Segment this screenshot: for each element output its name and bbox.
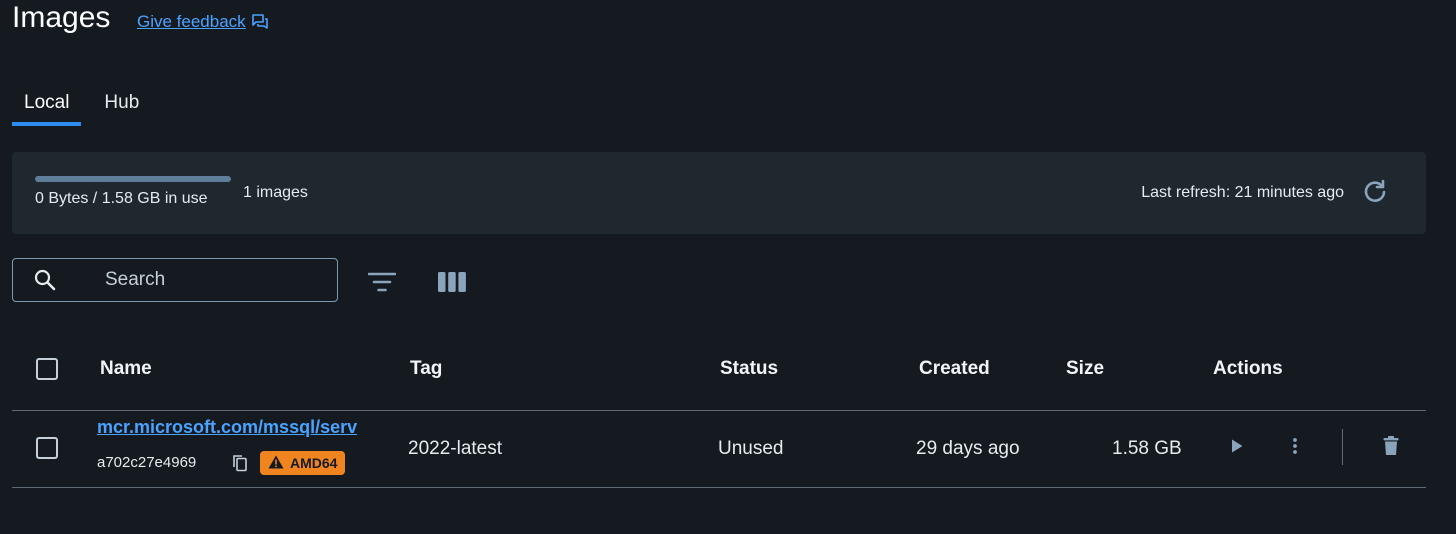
image-name-link[interactable]: mcr.microsoft.com/mssql/serv [97,417,395,438]
image-status: Unused [718,438,784,459]
warning-icon [268,455,284,472]
feedback-icon [251,14,268,30]
refresh-button[interactable] [1360,178,1390,208]
table-row: mcr.microsoft.com/mssql/serv a702c27e496… [12,411,1426,488]
trash-icon [1383,435,1399,461]
columns-button[interactable] [437,270,467,294]
tab-hub[interactable]: Hub [81,86,151,126]
columns-icon [437,272,467,298]
column-header-tag[interactable]: Tag [410,358,442,380]
last-refresh-text: Last refresh: 21 minutes ago [1141,184,1344,201]
give-feedback-link[interactable]: Give feedback [137,12,268,32]
image-size: 1.58 GB [1112,438,1182,459]
refresh-icon [1362,178,1388,209]
search-icon [33,267,59,293]
play-icon [1230,438,1244,459]
column-header-name[interactable]: Name [100,358,152,380]
more-vertical-icon [1292,437,1298,460]
images-table: Name Tag Status Created Size Actions mcr… [12,336,1426,488]
row-checkbox[interactable] [36,437,58,459]
column-header-actions: Actions [1213,358,1283,379]
column-header-size[interactable]: Size [1066,358,1104,380]
architecture-warning-badge: AMD64 [260,451,346,475]
give-feedback-label: Give feedback [137,12,246,31]
disk-usage-summary: 0 Bytes / 1.58 GB in use 1 images Last r… [12,152,1426,234]
run-button[interactable] [1224,435,1250,461]
tab-local[interactable]: Local [12,86,82,126]
page-title: Images [12,1,111,34]
select-all-checkbox[interactable] [36,358,58,380]
copy-id-button[interactable] [232,454,248,472]
filter-icon [367,272,397,298]
search-field[interactable] [12,258,338,302]
image-tag: 2022-latest [408,438,503,459]
column-header-status[interactable]: Status [720,358,778,380]
disk-usage-bar [35,176,231,182]
actions-divider [1342,429,1343,465]
image-id: a702c27e4969 [97,454,197,471]
copy-icon [232,455,248,476]
column-header-created[interactable]: Created [919,358,990,380]
architecture-label: AMD64 [290,455,338,471]
tab-bar: Local Hub [12,86,151,126]
disk-usage-text: 0 Bytes / 1.58 GB in use [35,190,208,207]
table-header: Name Tag Status Created Size Actions [12,336,1426,411]
image-count: 1 images [243,184,308,201]
more-actions-button[interactable] [1282,435,1308,461]
filter-button[interactable] [367,270,397,294]
delete-button[interactable] [1378,435,1404,461]
image-created: 29 days ago [916,438,1020,459]
search-input[interactable] [103,268,327,292]
